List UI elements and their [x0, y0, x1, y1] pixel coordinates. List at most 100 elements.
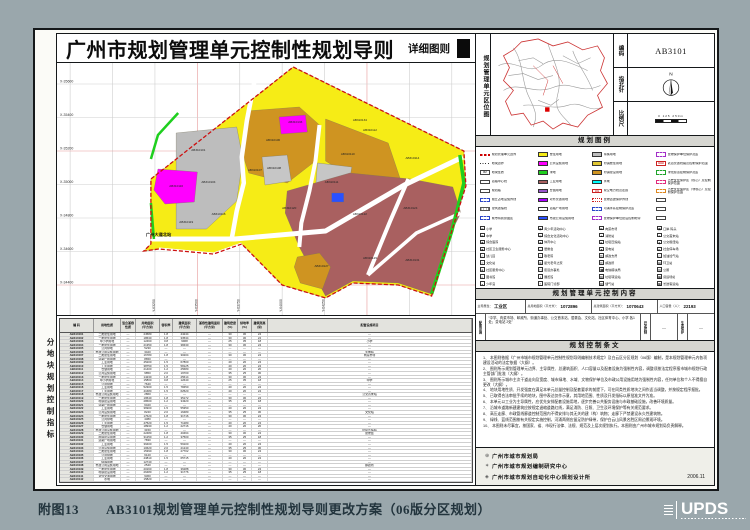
legend-swatch [538, 180, 548, 185]
legend-swatch [656, 216, 666, 221]
legend-item-label: 文物保护单位建设控制地带 [604, 217, 641, 220]
facility-label: 青少年活动中心 [544, 226, 566, 231]
legend-item [656, 214, 711, 223]
provision-line: 10、 本图则未尽事宜，按国家、省、市现行法律、法规、规范及上层次规划执行。本图… [483, 424, 707, 429]
svg-text:AB310108: AB310108 [267, 166, 281, 170]
facility-legend-item: ● 公交首末站 [657, 232, 711, 239]
facility-legend-item: ◍ 星光老年之家 [538, 259, 598, 266]
legend-item: 公共设施用地 [538, 159, 591, 168]
svg-text:AB310122: AB310122 [353, 212, 367, 216]
legend-item-label: 轨道交通线路及控制保护范围 [668, 162, 708, 165]
legend-item-label: 市政公用设施用地 [550, 217, 575, 220]
organization-row: ✶ 广州市城市规划编制研究中心 [485, 462, 705, 470]
legend-item-label: 公共设施用地 [550, 162, 569, 165]
legend-item: 特殊用地 [592, 150, 655, 159]
facility-icon: ◎ [538, 233, 543, 238]
legend-swatch [592, 161, 602, 166]
control-field-value: 1072896 [561, 304, 578, 309]
legend-item [656, 205, 711, 214]
svg-text:X-34600: X-34600 [60, 247, 73, 251]
legend-item: 历史文化保护区（非核心）及控制保护范围 [656, 186, 711, 195]
facility-label: 综合文化活动中心 [544, 233, 569, 238]
facility-label: 口岸·码头 [663, 226, 676, 231]
facility-icon: ○ [538, 253, 543, 258]
legend-item-label: 道路中心线 [492, 180, 507, 183]
legend-swatch [656, 152, 666, 157]
legend-item-label: 居住用地 [550, 153, 562, 156]
legend-item: 地块边界 [480, 159, 537, 168]
plot-table-vertical-title: 分地块规划控制指标 [35, 338, 56, 442]
legend-swatch: R2 [480, 170, 490, 175]
control-field: 主导属性： 工业区 [476, 300, 526, 313]
legend-item-label: 工业用地 [550, 180, 562, 183]
facility-legend-item: ⊕ 小学 [480, 225, 537, 232]
compass-label: 指北针 [614, 68, 628, 101]
legend-item-label: 规划管理单元边界 [492, 153, 517, 156]
facility-icon: ⊕ [480, 233, 485, 238]
svg-text:AB310131: AB310131 [405, 258, 419, 262]
legend-swatch [480, 189, 490, 194]
legend-swatch [656, 198, 666, 203]
scale-row: 比例尺 0 125 250m [614, 102, 714, 135]
svg-text:AB310134: AB310134 [353, 118, 367, 122]
legend-item: 市政公用设施用地 [538, 214, 591, 223]
svg-text:Y-63500: Y-63500 [194, 299, 198, 312]
facility-label: 公交首末站 [663, 233, 678, 238]
facility-icon: ◇ [657, 253, 662, 258]
facility-legend-item: ◈ 社区服务中心 [480, 266, 537, 273]
facility-icon: ✉ [599, 253, 604, 258]
facility-icon: ▥ [657, 267, 662, 272]
date: 2006.11 [687, 474, 705, 480]
facility-legend-item: ▨ 储气站 [599, 280, 656, 287]
facility-label: 幼儿园 [486, 253, 495, 258]
facility-label: 展览馆 [544, 274, 553, 279]
facility-icon: ◒ [480, 281, 485, 286]
facility-label: 肉菜市场 [605, 226, 617, 231]
legend-item-label: 特殊用地 [604, 153, 616, 156]
scale-bar: 0 125 250m [655, 114, 687, 124]
organization-seal-icon: ⊕ [485, 453, 492, 459]
facility-label: 小学 [486, 226, 492, 231]
legend-item: 道路广场用地 [538, 205, 591, 214]
facility-icon: ✉ [599, 260, 604, 265]
svg-text:AB310120: AB310120 [282, 206, 296, 210]
svg-text:广州大道北站: 广州大道北站 [146, 231, 172, 238]
provision-line: 7、 沿城市道路新建建筑应按规定退缩道路红线，满足消防、日照、卫生及环境保护等有… [483, 406, 707, 411]
facility-icon: ⊕ [480, 226, 485, 231]
facility-label: 公交枢纽站 [663, 239, 678, 244]
facility-label: 社区卫生服务中心 [486, 246, 511, 251]
provision-line: 4、 地块用地性质、开发强度在满足本单元总量控制及配套要求的前提下，可在同类性质… [483, 388, 707, 393]
legend-item-label: 道路广场用地 [550, 207, 569, 210]
facility-icon: □ [538, 247, 543, 252]
svg-text:AB310127: AB310127 [314, 264, 328, 268]
legend-swatch [656, 207, 666, 212]
table-header-cell: 用地性质 [94, 319, 121, 332]
legend-swatch [480, 198, 490, 203]
facility-legend-item: ▤ 环卫站 [657, 259, 711, 266]
svg-text:AB310124: AB310124 [403, 206, 417, 210]
table-header-cell: 容积率 [160, 319, 173, 332]
facilities-text: “中学、肉菜市场、邮政所、街道办事处、公交首末站、居委会、文化站、社区体育中心、… [486, 314, 641, 340]
legend-item-label: 架空电力线及走廊 [604, 189, 629, 192]
facility-icon: ◉ [538, 226, 543, 231]
legend-swatch [480, 180, 490, 185]
legend-item-label: 地块边界 [492, 162, 504, 165]
legend-swatch [538, 170, 548, 175]
legend-item: 绿地 [538, 168, 591, 177]
legend-swatch [538, 216, 548, 221]
legend-item: 村镇居住用地 [592, 159, 655, 168]
control-detail-row: 配套设施 “中学、肉菜市场、邮政所、街道办事处、公交首末站、居委会、文化站、社区… [476, 314, 714, 341]
table-row: AB310142 水域 — 15820 — — — — — — — [60, 478, 472, 482]
facility-label: 居委会 [544, 246, 553, 251]
control-field-value: 工业区 [494, 304, 507, 310]
facility-legend-item: ⊗ 肉菜市场 [599, 225, 656, 232]
figure-caption: 附图13 AB3101规划管理单元控制性规划导则更改方案（06版分区规划） [38, 499, 491, 518]
legend-item: 水域 [592, 177, 655, 186]
facility-label: 变电站 [605, 246, 614, 251]
facility-icon: ◈ [480, 267, 485, 272]
legend-item: 独立占地设施界线 [480, 195, 537, 204]
svg-text:AB310106: AB310106 [266, 138, 280, 142]
facility-label: 电信模块局 [605, 267, 620, 272]
legend-swatch [656, 189, 666, 194]
facility-legend-item: ▧ 垃圾转运站 [599, 273, 656, 280]
